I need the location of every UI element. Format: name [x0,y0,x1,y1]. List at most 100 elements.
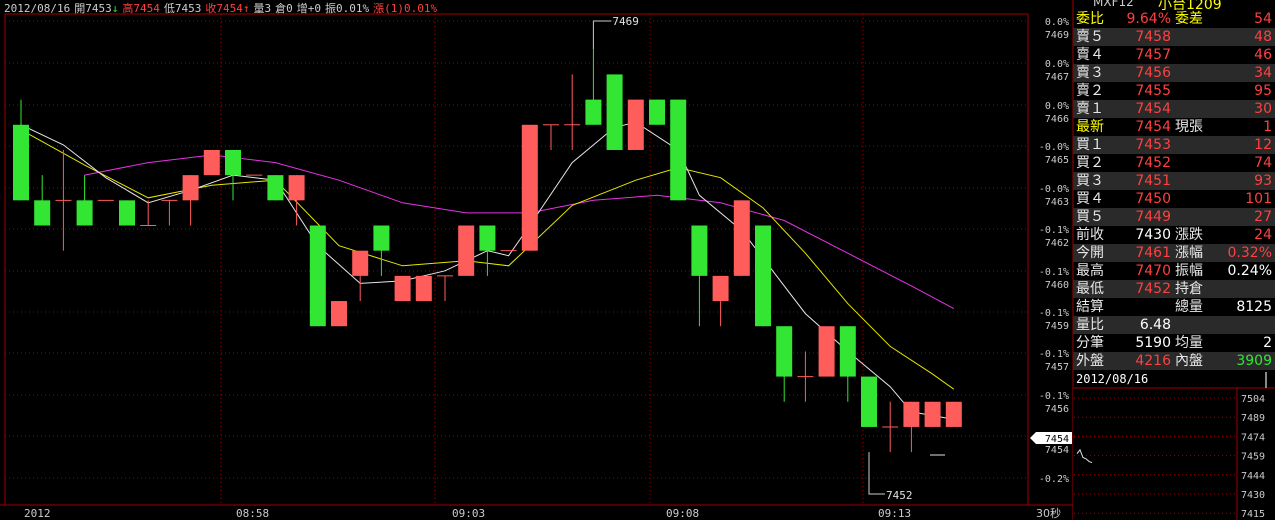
candle-body [733,200,750,276]
candle-body [521,124,538,251]
y-axis-price-label: 7466 [1045,114,1069,125]
quote-cell-l1: 最新 [1076,119,1104,135]
info-close: 收7454↑ [205,2,250,15]
quote-cell-v2: 48 [1254,29,1272,45]
candle [352,250,369,302]
candle [521,124,538,251]
candle-body [352,250,369,276]
quote-cell-v2: 3909 [1236,353,1272,369]
mini-y-tick-label: 7459 [1241,452,1265,463]
quote-cell-v1: 7470 [1135,263,1171,279]
quote-row: 買５ 7449 27 [1073,208,1275,226]
quote-cell-v2: 12 [1254,137,1272,153]
candle-body [373,225,390,251]
candle [182,175,199,226]
candle-body [309,225,326,327]
y-axis-pct-label: -0.1% [1039,267,1069,278]
y-axis-pct-label: -0.1% [1039,391,1069,402]
candle [394,275,411,302]
mini-chart-date: 2012/08/16 [1076,372,1149,386]
y-axis-pct-label: 0.0% [1045,59,1069,70]
candle-body [903,401,920,427]
mini-chart: 7504 7489 7474 7459 7444 7430 7415 [1073,372,1275,520]
candle [861,376,877,427]
quote-cell-v1: 6.48 [1139,317,1171,333]
quote-row: 前收 7430 漲跌 24 [1073,226,1275,244]
quote-cell-l1: 賣５ [1076,29,1104,45]
candle [34,175,51,226]
quote-cell-v2: 30 [1254,101,1272,117]
candle [945,401,962,427]
y-axis-pct-label: -0.2% [1039,474,1069,485]
quote-row: 賣４ 7457 46 [1073,46,1275,64]
quote-cell-v2: 101 [1245,191,1272,207]
quote-cell-l1: 買４ [1076,191,1104,207]
quote-row: 賣３ 7456 34 [1073,64,1275,82]
plot-frame [4,13,1029,506]
mini-y-tick-label: 7415 [1241,509,1265,520]
quote-cell-l1: 量比 [1076,317,1104,333]
quote-cell-v2: 27 [1254,209,1272,225]
chart-axes: 0.0% 7469 0.0% 7467 0.0% 7466 -0.0% 7465 -0.0% 74… [24,17,1072,520]
candle [755,225,771,327]
candlestick-series: 7469 7452 [13,15,962,502]
quote-cell-l2: 均量 [1175,335,1203,351]
candle [161,199,178,226]
quote-cell-l2: 持倉 [1175,281,1203,297]
quote-row: 賣２ 7455 95 [1073,82,1275,100]
mini-y-tick-label: 7430 [1241,490,1265,501]
quote-cell-v1: 7457 [1135,47,1171,63]
quote-cell-v1: 7452 [1135,281,1171,297]
candle [585,49,602,125]
x-axis-tick-label: 09:08 [666,507,699,520]
candle-body [861,376,877,427]
x-axis-tick-label: 08:58 [236,507,269,520]
y-axis-price-label: 7465 [1045,155,1069,166]
quote-cell-v2: 54 [1254,11,1272,27]
candle [331,301,347,327]
quote-name: 小台1209 [1158,0,1222,10]
quote-row: 賣５ 7458 48 [1073,28,1275,46]
quote-cell-l2: 內盤 [1175,353,1203,369]
candle [267,175,284,201]
candle-body [945,401,962,427]
candle [712,275,729,327]
candle [225,149,241,201]
candle-body [691,225,708,276]
quote-cell-l2: 總量 [1175,299,1203,315]
quote-row: 買２ 7452 74 [1073,154,1275,172]
candle [627,99,644,150]
quote-row: 委比 9.64% 委差 54 [1073,10,1275,28]
quote-cell-l2: 委差 [1175,11,1203,27]
quote-cell-l1: 結算 [1076,299,1104,315]
info-amplitude: 振0.01% [324,2,370,15]
candle [670,99,687,201]
candle [203,149,220,176]
quote-row: 買１ 7453 12 [1073,136,1275,154]
candle-body [606,74,623,150]
candle [733,200,750,276]
mini-y-tick-label: 7489 [1241,413,1265,424]
quote-cell-v1: 7454 [1135,101,1171,117]
candle-body [13,124,29,201]
quote-cell-v2: 74 [1254,155,1272,171]
quote-cell-v2: 0.24% [1227,263,1272,279]
candle-body [267,175,284,201]
quote-cell-v1: 7450 [1135,191,1171,207]
candle-body [712,275,729,302]
quote-cell-l1: 買３ [1076,173,1104,189]
quote-title: MXF12 小台1209 [1073,0,1275,10]
quote-cell-v1: 7449 [1135,209,1171,225]
candle-body [924,401,941,427]
y-axis-price-label: 7456 [1045,404,1069,415]
y-axis-pct-label: -0.0% [1039,142,1069,153]
candle [55,149,72,251]
quote-cell-v2: 0.32% [1227,245,1272,261]
quote-cell-v1: 7451 [1135,173,1171,189]
high-annotation: 7469 [612,15,639,28]
quote-cell-l1: 賣２ [1076,83,1104,99]
quote-cell-v2: 8125 [1236,299,1272,315]
chart-grid [0,0,1074,520]
quote-cell-l2: 振幅 [1175,263,1203,279]
quote-row: 買３ 7451 93 [1073,172,1275,190]
